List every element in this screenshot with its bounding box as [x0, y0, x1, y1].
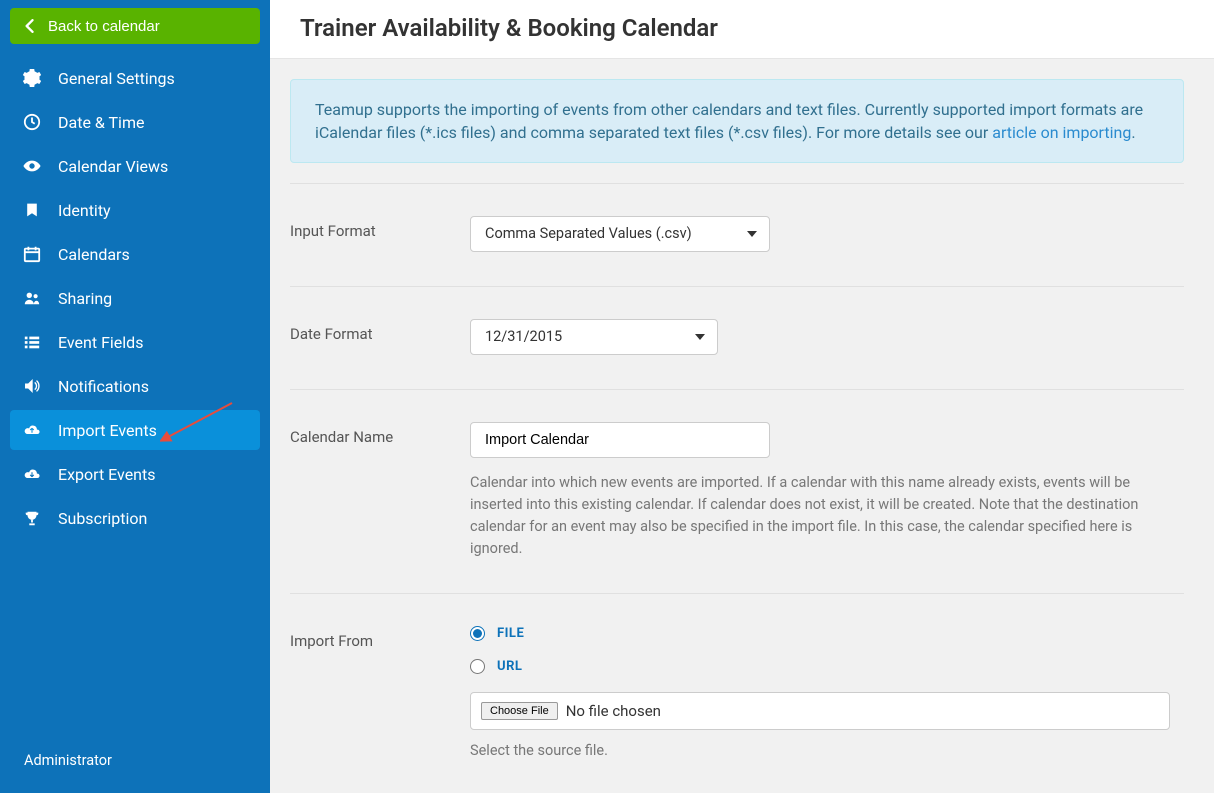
sidebar-item-export-events[interactable]: Export Events: [10, 454, 260, 494]
back-button-label: Back to calendar: [48, 18, 160, 35]
sidebar-item-calendar-views[interactable]: Calendar Views: [10, 146, 260, 186]
sidebar-item-general-settings[interactable]: General Settings: [10, 58, 260, 98]
sidebar-item-calendars[interactable]: Calendars: [10, 234, 260, 274]
import-from-url-radio[interactable]: [470, 659, 485, 674]
sidebar-item-label: Export Events: [58, 465, 156, 484]
sidebar-item-import-events[interactable]: Import Events: [10, 410, 260, 450]
caret-down-icon: [695, 334, 705, 340]
info-box: Teamup supports the importing of events …: [290, 79, 1184, 163]
people-icon: [22, 288, 42, 308]
date-format-value: 12/31/2015: [485, 328, 562, 345]
calendar-name-label: Calendar Name: [290, 422, 470, 559]
page-header: Trainer Availability & Booking Calendar: [270, 0, 1214, 59]
sidebar-item-label: Identity: [58, 201, 111, 220]
sidebar-item-sharing[interactable]: Sharing: [10, 278, 260, 318]
choose-file-button[interactable]: Choose File: [481, 702, 558, 720]
sidebar-footer: Administrator: [0, 738, 270, 793]
sidebar-item-label: Subscription: [58, 509, 147, 528]
section-import-from: Import From FILE URL Choose File No file…: [290, 593, 1184, 772]
calendar-name-help: Calendar into which new events are impor…: [470, 472, 1170, 559]
clock-icon: [22, 112, 42, 132]
cloud-up-icon: [22, 420, 42, 440]
sidebar-item-label: Calendar Views: [58, 157, 168, 176]
sidebar-item-label: Import Events: [58, 421, 157, 440]
calendar-name-input[interactable]: [470, 422, 770, 458]
cloud-down-icon: [22, 464, 42, 484]
import-from-url-label[interactable]: URL: [497, 659, 522, 674]
sidebar-item-label: Sharing: [58, 289, 112, 308]
volume-icon: [22, 376, 42, 396]
sidebar-item-date-time[interactable]: Date & Time: [10, 102, 260, 142]
caret-down-icon: [747, 231, 757, 237]
sidebar-item-label: Date & Time: [58, 113, 144, 132]
back-to-calendar-button[interactable]: Back to calendar: [10, 8, 260, 44]
section-calendar-name: Calendar Name Calendar into which new ev…: [290, 389, 1184, 593]
sidebar-item-label: General Settings: [58, 69, 175, 88]
input-format-label: Input Format: [290, 216, 470, 252]
sidebar-item-label: Notifications: [58, 377, 149, 396]
info-text-after: .: [1131, 123, 1135, 142]
user-role: Administrator: [24, 752, 112, 769]
sidebar-nav: General Settings Date & Time Calendar Vi…: [0, 52, 270, 738]
import-from-file-radio[interactable]: [470, 626, 485, 641]
gear-icon: [22, 68, 42, 88]
input-format-select[interactable]: Comma Separated Values (.csv): [470, 216, 770, 252]
trophy-icon: [22, 508, 42, 528]
sidebar: Back to calendar General Settings Date &…: [0, 0, 270, 793]
list-icon: [22, 332, 42, 352]
bookmark-icon: [22, 200, 42, 220]
file-status: No file chosen: [566, 702, 661, 720]
eye-icon: [22, 156, 42, 176]
input-format-value: Comma Separated Values (.csv): [485, 225, 692, 242]
sidebar-item-subscription[interactable]: Subscription: [10, 498, 260, 538]
info-link[interactable]: article on importing: [992, 123, 1131, 142]
main: Trainer Availability & Booking Calendar …: [270, 0, 1214, 793]
section-date-format: Date Format 12/31/2015: [290, 286, 1184, 389]
file-picker: Choose File No file chosen: [470, 692, 1170, 730]
import-from-label: Import From: [290, 626, 470, 762]
sidebar-item-notifications[interactable]: Notifications: [10, 366, 260, 406]
sidebar-item-label: Calendars: [58, 245, 130, 264]
import-from-file-label[interactable]: FILE: [497, 626, 524, 641]
sidebar-item-label: Event Fields: [58, 333, 143, 352]
sidebar-item-event-fields[interactable]: Event Fields: [10, 322, 260, 362]
section-input-format: Input Format Comma Separated Values (.cs…: [290, 183, 1184, 286]
import-from-help: Select the source file.: [470, 740, 1170, 762]
page-title: Trainer Availability & Booking Calendar: [300, 14, 1184, 42]
calendar-icon: [22, 244, 42, 264]
sidebar-item-identity[interactable]: Identity: [10, 190, 260, 230]
date-format-label: Date Format: [290, 319, 470, 355]
date-format-select[interactable]: 12/31/2015: [470, 319, 718, 355]
content: Teamup supports the importing of events …: [270, 59, 1214, 793]
chevron-left-icon: [24, 19, 34, 33]
